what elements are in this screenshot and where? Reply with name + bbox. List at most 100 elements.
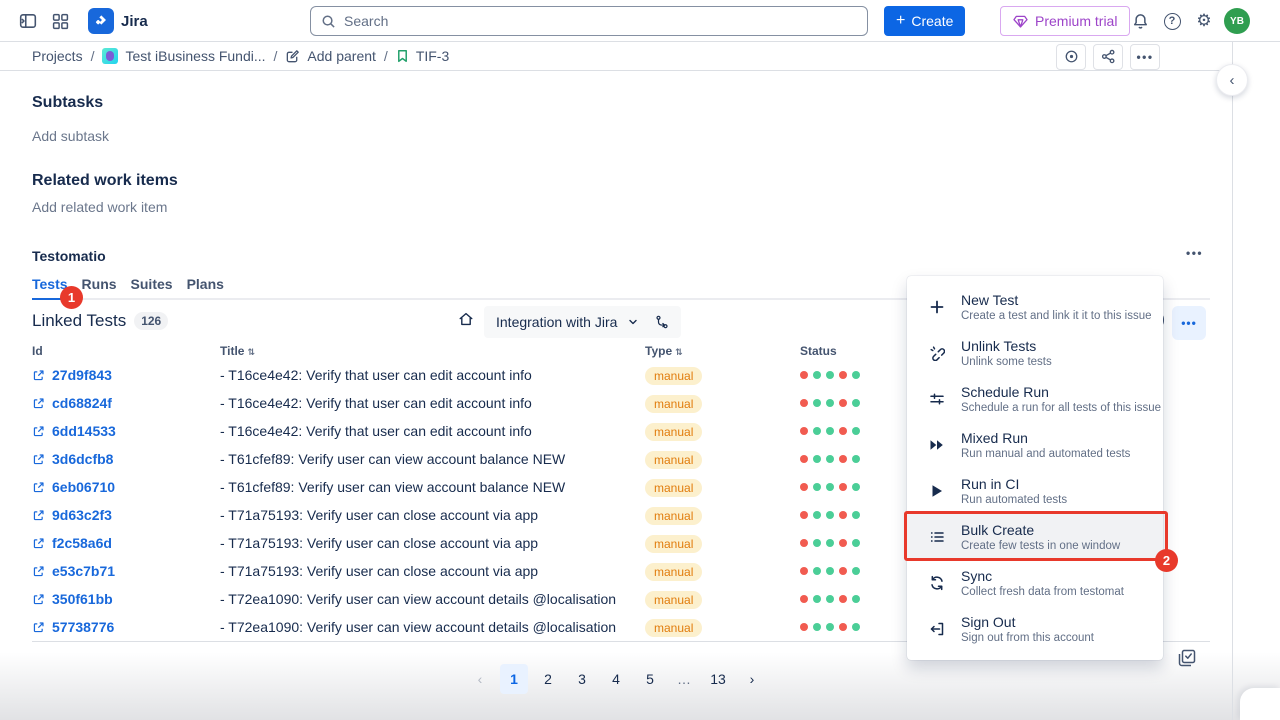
page: Jira + Create Premium trial ? ⚙ YB — [0, 0, 1280, 720]
external-link-icon — [32, 453, 45, 466]
sidebar-toggle-icon[interactable] — [16, 9, 40, 33]
test-type-badge: manual — [645, 395, 702, 413]
edit-icon — [285, 49, 300, 64]
sort-icon: ⇅ — [247, 347, 255, 357]
test-id-link[interactable]: 3d6dcfb8 — [52, 451, 113, 467]
bookmark-icon — [396, 49, 409, 63]
pagination-page[interactable]: 5 — [636, 664, 664, 694]
pagination-page[interactable]: 1 — [500, 664, 528, 694]
sort-icon: ⇅ — [675, 347, 683, 357]
linked-tests-title: Linked Tests 126 — [32, 311, 168, 331]
add-related-work-item-button[interactable]: Add related work item — [32, 199, 167, 215]
test-id-link[interactable]: e53c7b71 — [52, 563, 115, 579]
subtasks-heading: Subtasks — [32, 94, 103, 112]
external-link-icon — [32, 425, 45, 438]
test-title: - T71a75193: Verify user can close accou… — [220, 563, 645, 579]
test-id-link[interactable]: cd68824f — [52, 395, 112, 411]
app-switcher-icon[interactable] — [48, 9, 72, 33]
col-title[interactable]: Title⇅ — [220, 344, 645, 358]
menu-item-run-in-ci[interactable]: Run in CIRun automated tests — [907, 468, 1163, 514]
share-icon[interactable] — [1093, 44, 1123, 70]
search-input[interactable] — [344, 13, 857, 29]
sync-icon — [927, 575, 947, 591]
project-selector-dropdown[interactable]: Integration with Jira — [484, 306, 681, 338]
test-id-link[interactable]: f2c58a6d — [52, 535, 112, 551]
tab-plans[interactable]: Plans — [187, 276, 224, 292]
test-id-link[interactable]: 6dd14533 — [52, 423, 116, 439]
external-link-icon — [32, 509, 45, 522]
pagination-prev-icon[interactable]: ‹ — [466, 664, 494, 694]
annotation-step-2: 2 — [1155, 549, 1178, 572]
external-link-icon — [32, 593, 45, 606]
premium-trial-button[interactable]: Premium trial — [1000, 6, 1130, 36]
menu-item-sync[interactable]: SyncCollect fresh data from testomat — [907, 560, 1163, 606]
related-work-items-heading: Related work items — [32, 172, 178, 190]
breadcrumb-project[interactable]: Test iBusiness Fundi... — [102, 48, 265, 64]
pagination-page[interactable]: 2 — [534, 664, 562, 694]
fast-forward-icon — [927, 437, 947, 453]
test-type-badge: manual — [645, 591, 702, 609]
linked-tests-more-button[interactable]: ••• — [1172, 306, 1206, 340]
annotation-step-1: 1 — [60, 286, 83, 309]
test-type-badge: manual — [645, 563, 702, 581]
test-id-link[interactable]: 9d63c2f3 — [52, 507, 112, 523]
menu-item-sign-out[interactable]: Sign OutSign out from this account — [907, 606, 1163, 652]
col-type[interactable]: Type⇅ — [645, 344, 800, 358]
tab-runs[interactable]: Runs — [82, 276, 117, 292]
external-link-icon — [32, 481, 45, 494]
notifications-bell-icon[interactable] — [1128, 9, 1152, 33]
sign-out-icon — [927, 621, 947, 637]
branch-icon[interactable] — [655, 315, 669, 329]
pagination-next-icon[interactable]: › — [738, 664, 766, 694]
testomatio-heading: Testomatio — [32, 248, 106, 264]
test-id-link[interactable]: 57738776 — [52, 619, 114, 635]
test-id-link[interactable]: 6eb06710 — [52, 479, 115, 495]
create-button[interactable]: + Create — [884, 6, 965, 36]
unlink-icon — [927, 345, 947, 361]
add-parent-button[interactable]: Add parent — [285, 48, 376, 64]
multi-select-icon[interactable] — [1178, 649, 1196, 667]
pagination-ellipsis: … — [670, 664, 698, 694]
user-avatar[interactable]: YB — [1224, 8, 1250, 34]
menu-item-unlink-tests[interactable]: Unlink TestsUnlink some tests — [907, 330, 1163, 376]
plus-icon — [927, 299, 947, 315]
collapse-panel-button[interactable]: ‹ — [1216, 64, 1248, 96]
top-navigation-bar: Jira + Create Premium trial ? ⚙ YB — [0, 0, 1280, 42]
home-icon[interactable] — [458, 311, 474, 327]
chevron-left-icon: ‹ — [1230, 72, 1235, 89]
search-icon — [321, 14, 336, 29]
menu-item-mixed-run[interactable]: Mixed RunRun manual and automated tests — [907, 422, 1163, 468]
test-id-link[interactable]: 27d9f843 — [52, 367, 112, 383]
watch-icon[interactable] — [1056, 44, 1086, 70]
test-type-badge: manual — [645, 619, 702, 637]
plus-icon: + — [896, 12, 905, 30]
menu-item-schedule-run[interactable]: Schedule RunSchedule a run for all tests… — [907, 376, 1163, 422]
menu-item-bulk-create[interactable]: Bulk CreateCreate few tests in one windo… — [907, 514, 1163, 560]
corner-widget — [1240, 688, 1280, 720]
menu-item-new-test[interactable]: New TestCreate a test and link it it to … — [907, 284, 1163, 330]
breadcrumb-issue-key[interactable]: TIF-3 — [396, 48, 449, 64]
testomatio-more-icon[interactable]: ••• — [1186, 246, 1203, 260]
add-subtask-button[interactable]: Add subtask — [32, 128, 109, 144]
test-title: - T61cfef89: Verify user can view accoun… — [220, 451, 645, 467]
jira-home-link[interactable]: Jira — [88, 8, 148, 34]
help-icon[interactable]: ? — [1160, 9, 1184, 33]
more-actions-icon[interactable]: ••• — [1130, 44, 1160, 70]
test-title: - T61cfef89: Verify user can view accoun… — [220, 479, 645, 495]
test-type-badge: manual — [645, 479, 702, 497]
bulk-list-icon — [927, 529, 947, 545]
pagination-page[interactable]: 3 — [568, 664, 596, 694]
diamond-icon — [1013, 15, 1028, 28]
test-type-badge: manual — [645, 451, 702, 469]
pagination-page[interactable]: 13 — [704, 664, 732, 694]
project-avatar-icon — [102, 48, 118, 64]
test-id-link[interactable]: 350f61bb — [52, 591, 113, 607]
breadcrumb-projects[interactable]: Projects — [32, 48, 83, 64]
right-panel-divider — [1232, 42, 1233, 720]
pagination-page[interactable]: 4 — [602, 664, 630, 694]
tab-suites[interactable]: Suites — [131, 276, 173, 292]
test-type-badge: manual — [645, 423, 702, 441]
settings-gear-icon[interactable]: ⚙ — [1192, 9, 1216, 33]
global-search[interactable] — [310, 6, 868, 36]
chevron-down-icon — [627, 316, 639, 328]
